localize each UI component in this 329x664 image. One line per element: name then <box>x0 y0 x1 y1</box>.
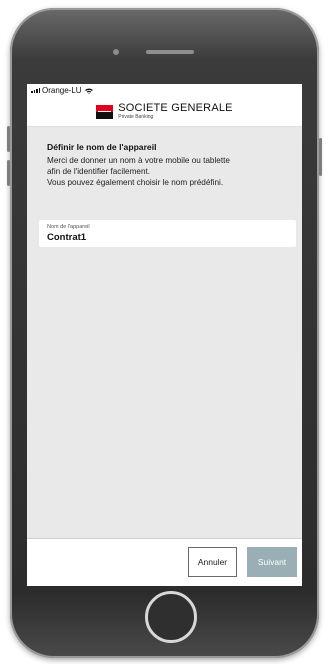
main-content: Définir le nom de l'appareil Merci de do… <box>27 127 302 188</box>
brand-header: SOCIETE GENERALE Private Banking <box>27 97 302 127</box>
brand-subtitle: Private Banking <box>118 114 154 120</box>
front-camera <box>113 49 119 55</box>
cancel-button[interactable]: Annuler <box>188 547 237 577</box>
device-name-label: Nom de l'appareil <box>47 224 90 230</box>
societe-generale-logo-icon <box>96 104 114 119</box>
footer-bar: Annuler Suivant <box>27 538 302 586</box>
brand-name: SOCIETE GENERALE <box>118 102 233 114</box>
description-line-1: Merci de donner un nom à votre mobile ou… <box>47 156 230 165</box>
app-screen: Orange-LU SOCIETE GENERALE Private Banki… <box>27 84 302 586</box>
earpiece-speaker <box>146 50 194 54</box>
volume-down-button <box>7 160 10 186</box>
status-bar: Orange-LU <box>27 84 302 97</box>
page-description: Merci de donner un nom à votre mobile ou… <box>47 155 296 188</box>
description-line-2: afin de l'identifier facilement. <box>47 167 151 176</box>
wifi-icon <box>84 86 93 96</box>
page-title: Définir le nom de l'appareil <box>47 142 157 152</box>
next-button[interactable]: Suivant <box>247 547 297 577</box>
volume-up-button <box>7 126 10 152</box>
description-line-3: Vous pouvez également choisir le nom pré… <box>47 178 224 187</box>
device-name-field[interactable]: Nom de l'appareil <box>39 220 296 247</box>
carrier-name: Orange-LU <box>42 86 82 95</box>
device-name-input[interactable] <box>47 232 277 243</box>
home-button[interactable] <box>145 591 197 643</box>
signal-icon <box>31 88 40 93</box>
power-button <box>319 138 322 176</box>
